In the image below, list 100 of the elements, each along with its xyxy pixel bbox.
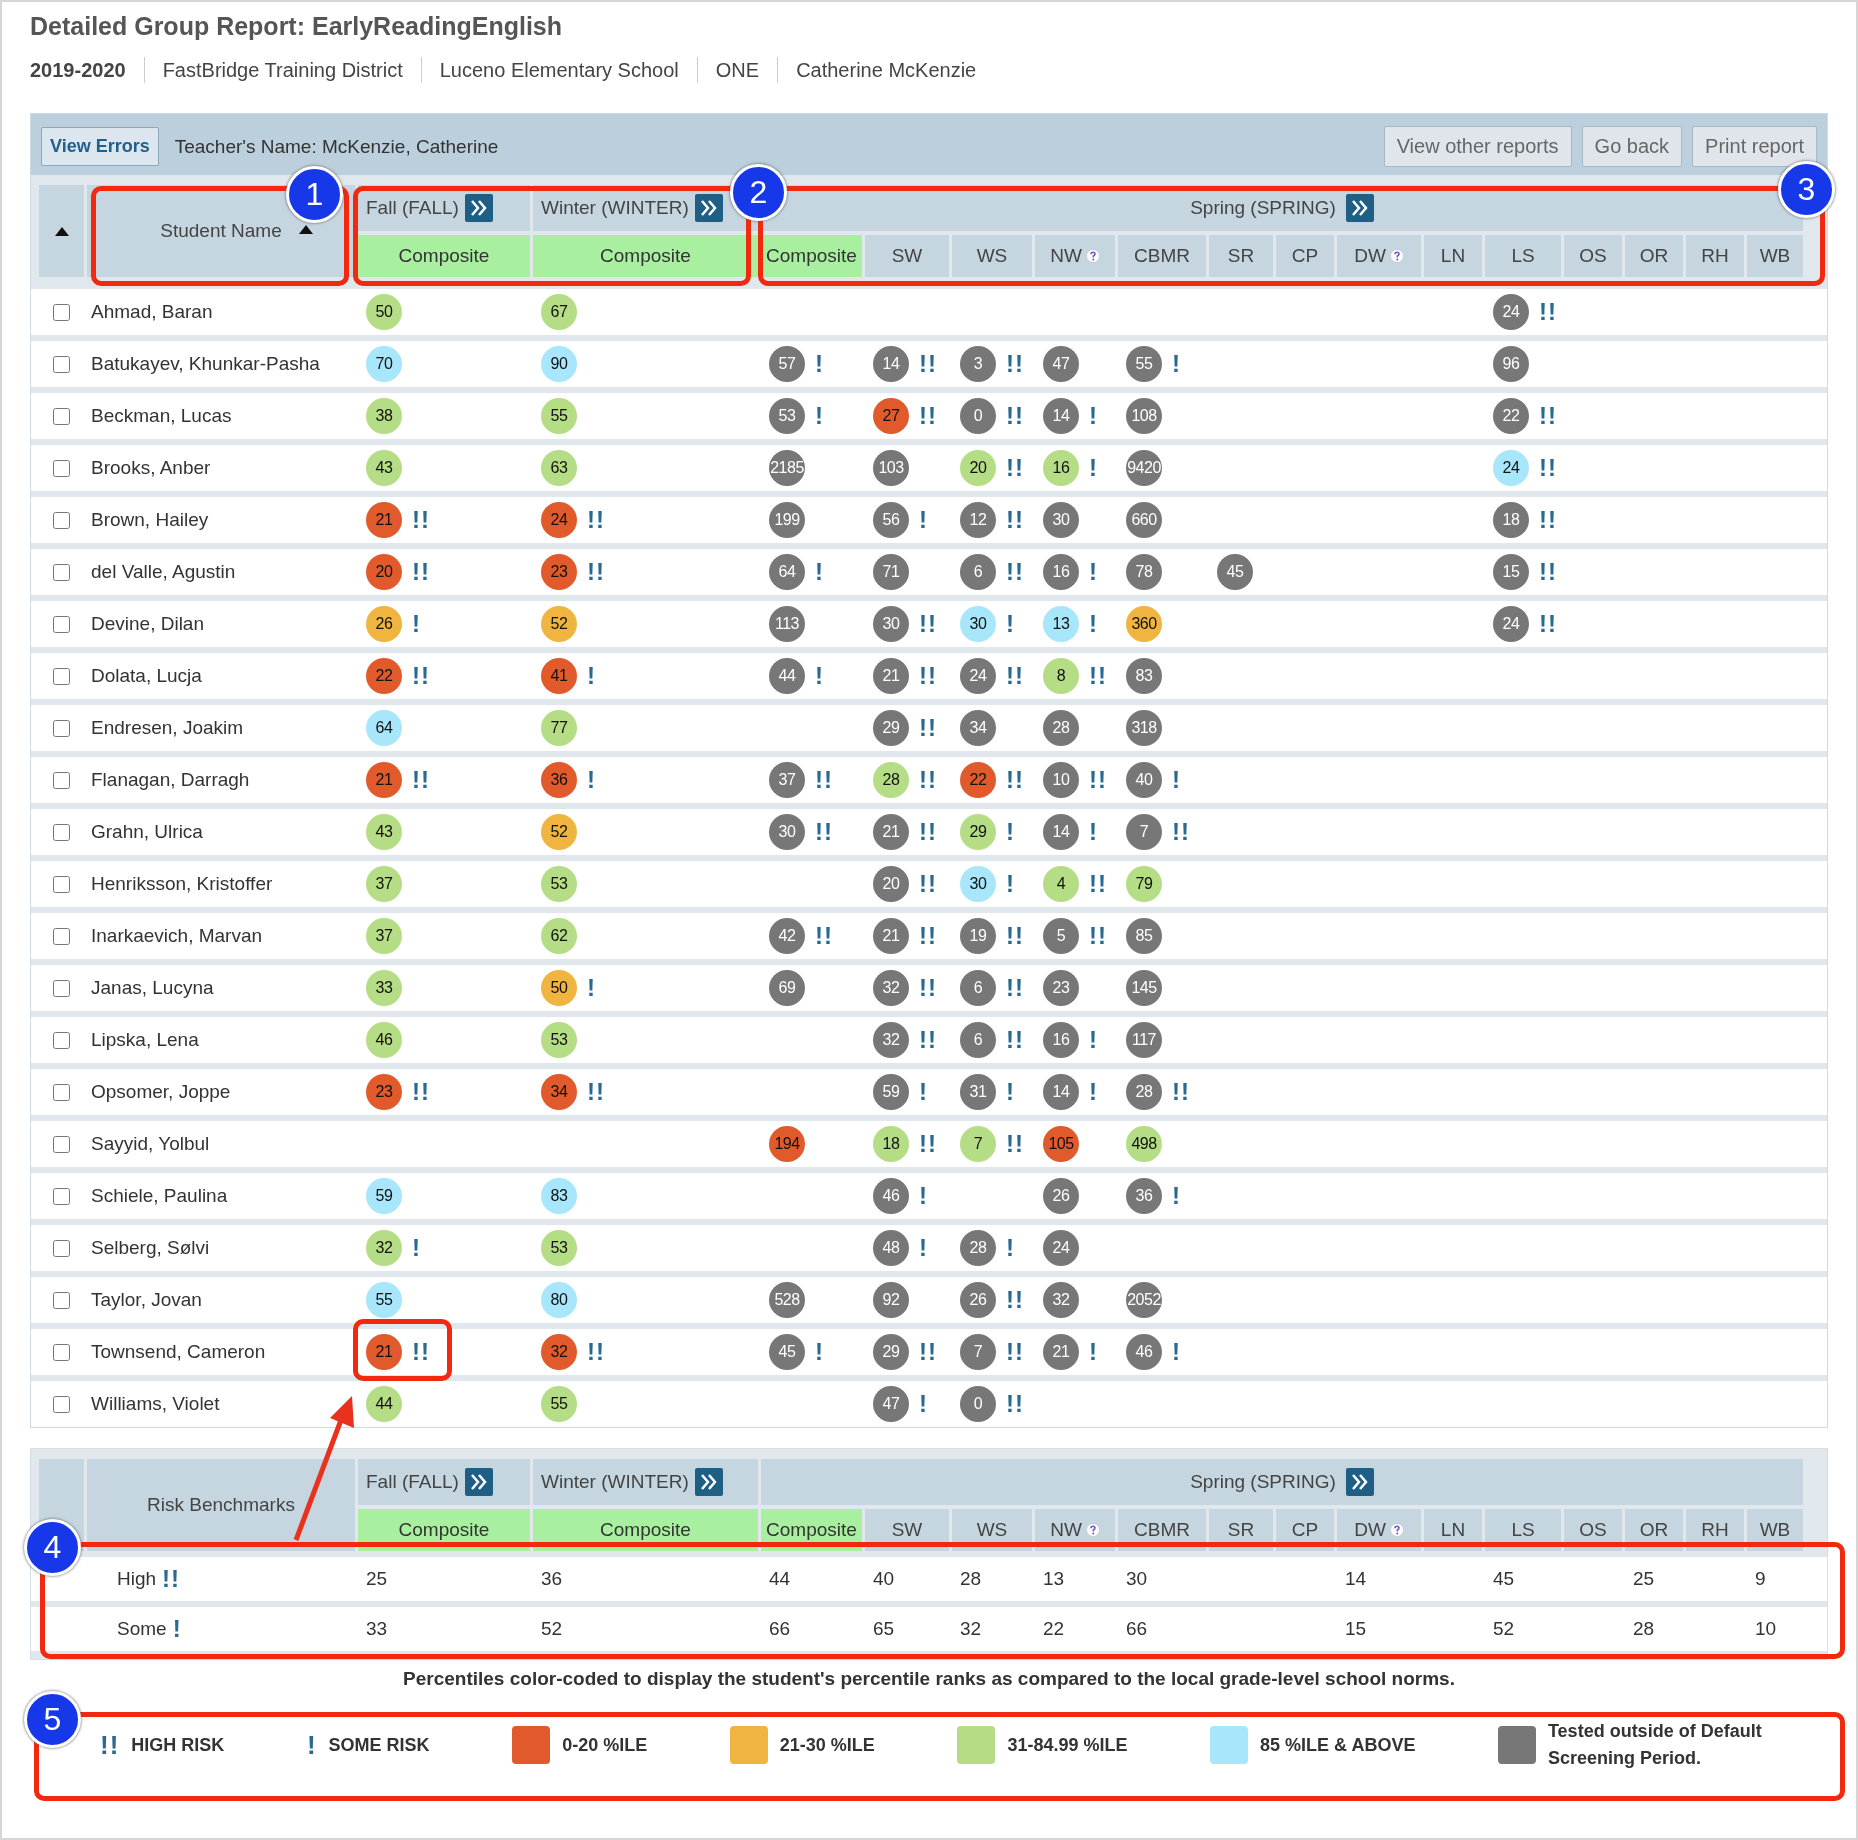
risk-level-label: !! [1539, 612, 1557, 636]
row-checkbox[interactable] [53, 1031, 70, 1049]
next-period-button[interactable] [694, 1468, 723, 1496]
column-header[interactable]: LN [1424, 235, 1482, 277]
student-name: Taylor, Jovan [90, 1289, 203, 1311]
column-header[interactable]: WB [1747, 235, 1803, 277]
column-header[interactable]: OS [1564, 235, 1622, 277]
column-header[interactable]: RH [1686, 235, 1744, 277]
score-badge: 52 [541, 814, 577, 850]
period-label: Fall (FALL) [366, 197, 459, 219]
score-badge: 22 [366, 658, 402, 694]
row-checkbox[interactable] [53, 1291, 70, 1309]
column-header[interactable]: CP [1276, 235, 1334, 277]
sort-ascending-icon[interactable] [299, 225, 313, 234]
column-header[interactable]: Composite [533, 235, 758, 277]
column-header[interactable]: LS [1485, 235, 1561, 277]
help-icon[interactable] [1389, 1523, 1404, 1537]
row-checkbox[interactable] [53, 459, 70, 477]
toolbar-button[interactable]: Go back [1581, 126, 1683, 167]
row-checkbox[interactable] [53, 511, 70, 529]
risk-level-label: !! [100, 1733, 120, 1757]
score-badge: 145 [1126, 970, 1162, 1006]
row-checkbox[interactable] [53, 355, 70, 373]
column-header[interactable]: OR [1625, 1509, 1683, 1551]
column-header[interactable]: CBMR [1118, 235, 1206, 277]
score-badge: 47 [1043, 346, 1079, 382]
risk-level-label: !! [1006, 976, 1024, 1000]
row-checkbox[interactable] [53, 771, 70, 789]
column-header[interactable]: LS [1485, 1509, 1561, 1551]
next-period-button[interactable] [1345, 1468, 1374, 1496]
column-header[interactable]: Composite [761, 1509, 862, 1551]
row-checkbox[interactable] [53, 875, 70, 893]
column-header[interactable]: WB [1747, 1509, 1803, 1551]
score-badge: 27 [873, 398, 909, 434]
benchmark-value: 10 [1755, 1618, 1777, 1639]
score-badge: 14 [1043, 1074, 1079, 1110]
column-header[interactable]: SR [1209, 235, 1273, 277]
row-checkbox[interactable] [53, 615, 70, 633]
legend-label: 31-84.99 %ILE [1007, 1734, 1128, 1756]
column-header[interactable]: LN [1424, 1509, 1482, 1551]
help-icon[interactable] [1389, 249, 1404, 263]
column-header[interactable]: Composite [358, 235, 530, 277]
risk-level-label: ! [306, 1733, 317, 1757]
risk-level-label: !! [412, 1340, 430, 1364]
view-errors-button[interactable]: View Errors [41, 127, 159, 166]
row-checkbox[interactable] [53, 719, 70, 737]
column-header[interactable]: OS [1564, 1509, 1622, 1551]
column-header[interactable]: RH [1686, 1509, 1744, 1551]
column-header[interactable]: OR [1625, 235, 1683, 277]
benchmark-value: 33 [366, 1618, 388, 1639]
next-period-button[interactable] [1345, 194, 1374, 222]
help-icon[interactable] [1085, 1523, 1100, 1537]
column-header[interactable]: WS [952, 235, 1032, 277]
column-header[interactable]: DW [1337, 1509, 1421, 1551]
sort-ascending-icon[interactable] [54, 226, 69, 236]
column-header[interactable]: NW [1035, 235, 1115, 277]
help-icon[interactable] [1085, 249, 1100, 263]
risk-level-label: ! [1172, 1340, 1181, 1364]
row-checkbox[interactable] [53, 927, 70, 945]
row-checkbox[interactable] [53, 407, 70, 425]
score-badge: 83 [1126, 658, 1162, 694]
column-header[interactable]: CP [1276, 1509, 1334, 1551]
risk-level-label: !! [919, 872, 937, 896]
row-checkbox[interactable] [53, 1135, 70, 1153]
risk-level-label: !! [815, 820, 833, 844]
report-title: Detailed Group Report: EarlyReadingEnglish [30, 12, 564, 41]
score-badge: 92 [873, 1282, 909, 1318]
column-header[interactable]: CBMR [1118, 1509, 1206, 1551]
next-period-button[interactable] [694, 194, 723, 222]
row-checkbox[interactable] [53, 1343, 70, 1361]
next-period-button[interactable] [464, 194, 493, 222]
column-header[interactable]: Composite [533, 1509, 758, 1551]
column-header[interactable]: WS [952, 1509, 1032, 1551]
risk-level-label: !! [1006, 560, 1024, 584]
risk-level-label: ! [1089, 1080, 1098, 1104]
risk-level-label: !! [1089, 664, 1107, 688]
legend-label: Tested outside of Default Screening Period. [1547, 1720, 1763, 1770]
next-period-button[interactable] [464, 1468, 493, 1496]
row-checkbox[interactable] [53, 303, 70, 321]
score-badge: 20 [960, 450, 996, 486]
toolbar-button[interactable]: View other reports [1383, 126, 1572, 167]
row-checkbox[interactable] [53, 1187, 70, 1205]
column-header[interactable]: Composite [358, 1509, 530, 1551]
column-header[interactable]: Composite [761, 235, 862, 277]
column-header[interactable]: SW [865, 235, 949, 277]
toolbar-button[interactable]: Print report [1692, 126, 1817, 167]
row-checkbox[interactable] [53, 667, 70, 685]
column-header[interactable]: NW [1035, 1509, 1115, 1551]
row-checkbox[interactable] [53, 1239, 70, 1257]
row-checkbox[interactable] [53, 823, 70, 841]
row-checkbox[interactable] [53, 1395, 70, 1413]
score-badge: 41 [541, 658, 577, 694]
column-header[interactable]: SW [865, 1509, 949, 1551]
row-checkbox[interactable] [53, 563, 70, 581]
column-header[interactable]: SR [1209, 1509, 1273, 1551]
risk-level-label: !! [1006, 1132, 1024, 1156]
row-checkbox[interactable] [53, 979, 70, 997]
column-header[interactable]: DW [1337, 235, 1421, 277]
period-label: Winter (WINTER) [541, 1471, 689, 1493]
row-checkbox[interactable] [53, 1083, 70, 1101]
